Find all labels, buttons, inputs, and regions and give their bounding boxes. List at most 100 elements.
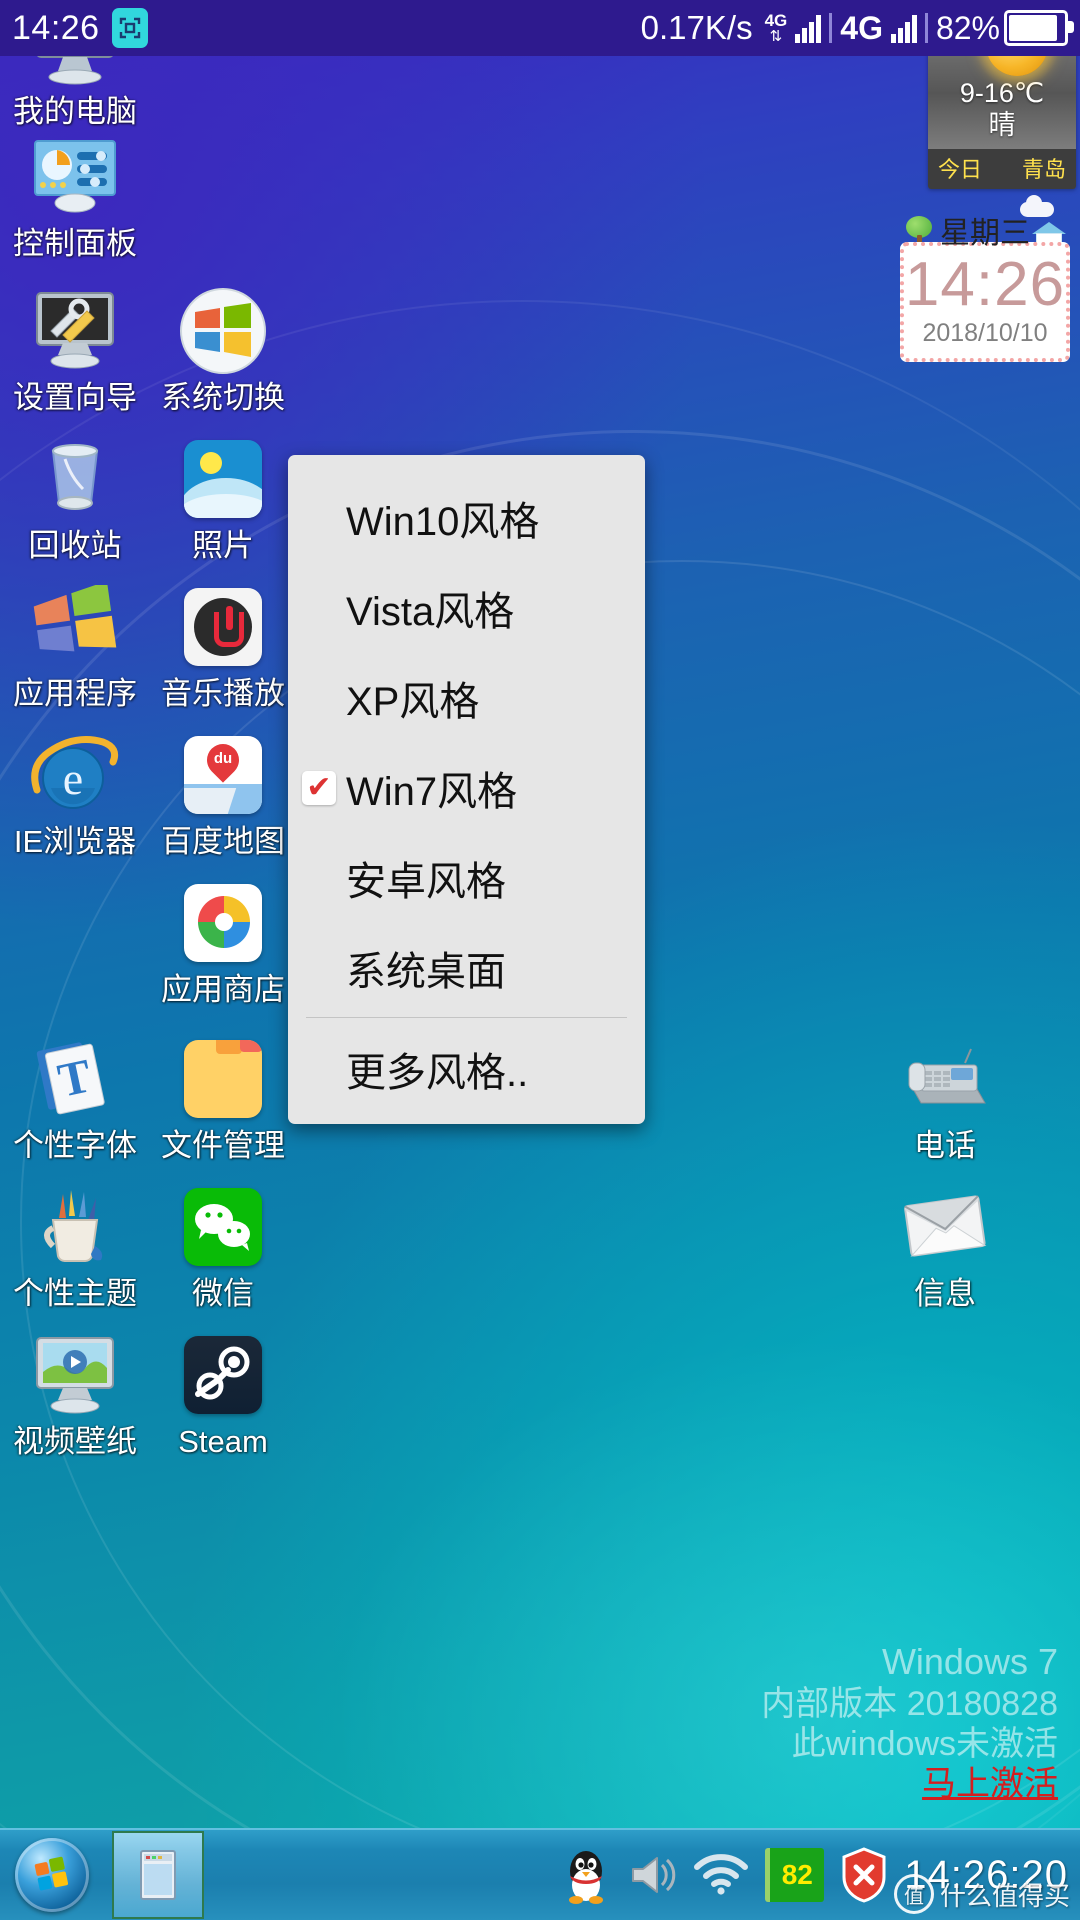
photos-icon [148,430,298,528]
watermark-ring-icon: 值 [893,1874,934,1914]
volume-icon[interactable] [627,1851,677,1899]
battery-icon [1004,10,1074,46]
desktop-icon-label: 电话 [914,1128,976,1163]
menu-item-label: Win10风格 [346,500,540,544]
desktop-icon-label: 视频壁纸 [13,1424,137,1459]
desktop-icon-wechat[interactable]: 微信 [148,1178,298,1311]
desktop-icon-label: 系统切换 [161,380,285,415]
wifi-icon[interactable] [693,1853,749,1897]
desktop-icon-label: 信息 [914,1276,976,1311]
menu-item-3[interactable]: XP风格 [288,653,645,743]
menu-item-label: 更多风格.. [346,1051,529,1095]
menu-item-2[interactable]: Vista风格 [288,563,645,653]
network-type-small-label: 4G [764,11,788,30]
menu-item-more-styles[interactable]: 更多风格.. [288,1024,645,1114]
desktop-icon-label: 应用商店 [161,972,285,1007]
desktop-icon-setup-wizard[interactable]: 设置向导 [0,282,150,415]
desktop-icon-label: 微信 [192,1276,254,1311]
desktop-icon-messages[interactable]: 信息 [870,1178,1020,1311]
weather-widget[interactable]: 9-16℃ 晴 今日 青岛 [928,48,1076,190]
clock-date: 2018/10/10 [922,319,1048,348]
desktop-icon-label: 个性字体 [13,1128,137,1163]
desktop-icon-app-store[interactable]: 应用商店 [148,874,298,1007]
desktop-icon-music-player[interactable]: 音乐播放 [148,578,298,711]
desktop-icon-photos[interactable]: 照片 [148,430,298,563]
desktop-icon-label: 文件管理 [161,1128,285,1163]
app-store-icon [148,874,298,972]
menu-item-6[interactable]: 系统桌面 [288,923,645,1013]
desktop-icon-label: 个性主题 [13,1276,137,1311]
system-switch-icon [148,282,298,380]
desktop-icon-themes[interactable]: 个性主题 [0,1178,150,1311]
style-context-menu[interactable]: Win10风格 Vista风格 XP风格 ✔ Win7风格 安卓风格系统桌面 更多风格.. [288,455,645,1124]
status-bar-indicators: 0.17K/s 4G ⇅ 4G 82% [640,9,1074,47]
menu-item-label: XP风格 [346,680,480,724]
ie-browser-icon: e [0,726,150,824]
desktop-icon-ie-browser[interactable]: e IE浏览器 [0,726,150,859]
desktop-icon-label: 应用程序 [13,676,137,711]
menu-item-1[interactable]: Win10风格 [288,473,645,563]
wechat-icon [148,1178,298,1276]
start-button[interactable] [6,1836,98,1914]
recycle-bin-icon [0,430,150,528]
watermark-label: 什么值得买 [939,1880,1070,1911]
desktop-icon-video-wallpaper[interactable]: 视频壁纸 [0,1326,150,1459]
menu-item-label: 安卓风格 [346,860,506,904]
battery-percent-label: 82% [935,9,1000,46]
battery-indicator: 82% [935,9,1074,47]
menu-item-5[interactable]: 安卓风格 [288,833,645,923]
watermark-build: 内部版本 20180828 [761,1684,1058,1723]
desktop-icon-control-panel[interactable]: 控制面板 [0,128,150,261]
desktop-icon-fonts[interactable]: T 个性字体 [0,1030,150,1163]
desktop-icon-label: Steam [178,1424,268,1459]
desktop-icon-system-switch[interactable]: 系统切换 [148,282,298,415]
check-icon: ✔ [302,771,336,805]
signal-bars-icon-2 [890,13,917,43]
desktop-icon-recycle-bin[interactable]: 回收站 [0,430,150,563]
activation-watermark: Windows 7 内部版本 20180828 此windows未激活 马上激活 [761,1641,1058,1804]
video-wallpaper-icon [0,1326,150,1424]
svg-text:e: e [63,753,83,804]
desktop-icon-label: 控制面板 [13,226,137,261]
menu-item-label: Win7风格 [346,770,518,814]
qq-penguin-icon[interactable] [561,1845,611,1905]
signal-bars-icon-1 [795,13,822,43]
context-menu-divider [306,1017,627,1018]
screenshot-icon[interactable] [111,8,148,48]
baidu-map-icon: du [148,726,298,824]
network-type-label: 4G [840,9,883,46]
file-manager-icon [148,1030,298,1128]
tray-battery-badge[interactable]: 82 [765,1848,825,1902]
control-panel-icon [0,128,150,226]
network-speed-label: 0.17K/s [640,9,753,46]
divider [924,13,928,43]
menu-item-label: 系统桌面 [346,950,506,994]
weather-condition: 晴 [988,110,1016,141]
desktop-icon-steam[interactable]: Steam [148,1326,298,1459]
steam-icon [148,1326,298,1424]
desktop-icon-applications[interactable]: 应用程序 [0,578,150,711]
activate-now-link[interactable]: 马上激活 [761,1764,1058,1804]
site-watermark: 值 什么值得买 [893,1874,1070,1914]
android-status-bar: 14:26 0.17K/s 4G ⇅ 4G 82% [0,0,1080,56]
desktop-icon-phone[interactable]: 电话 [870,1030,1020,1163]
taskbar-item-file-explorer[interactable] [112,1831,204,1919]
data-transfer-icon: 4G ⇅ [765,12,788,44]
desktop-icon-label: 回收站 [28,528,122,563]
watermark-os-name: Windows 7 [881,1641,1058,1683]
desktop-icon-baidu-map[interactable]: du 百度地图 [148,726,298,859]
messages-icon [870,1178,1020,1276]
desktop-icon-label: IE浏览器 [13,824,137,859]
desktop-icon-file-manager[interactable]: 文件管理 [148,1030,298,1163]
desktop-icon-label: 音乐播放 [161,676,285,711]
applications-icon [0,578,150,676]
windows-start-icon [15,1838,89,1912]
menu-item-4[interactable]: ✔ Win7风格 [288,743,645,833]
setup-wizard-icon [0,282,150,380]
desktop-icon-label: 百度地图 [161,824,285,859]
security-shield-icon[interactable] [840,1847,888,1903]
themes-icon [0,1178,150,1276]
desktop-icon-label: 照片 [192,528,254,563]
desktop-icon-label: 我的电脑 [13,94,137,129]
phone-icon [870,1030,1020,1128]
